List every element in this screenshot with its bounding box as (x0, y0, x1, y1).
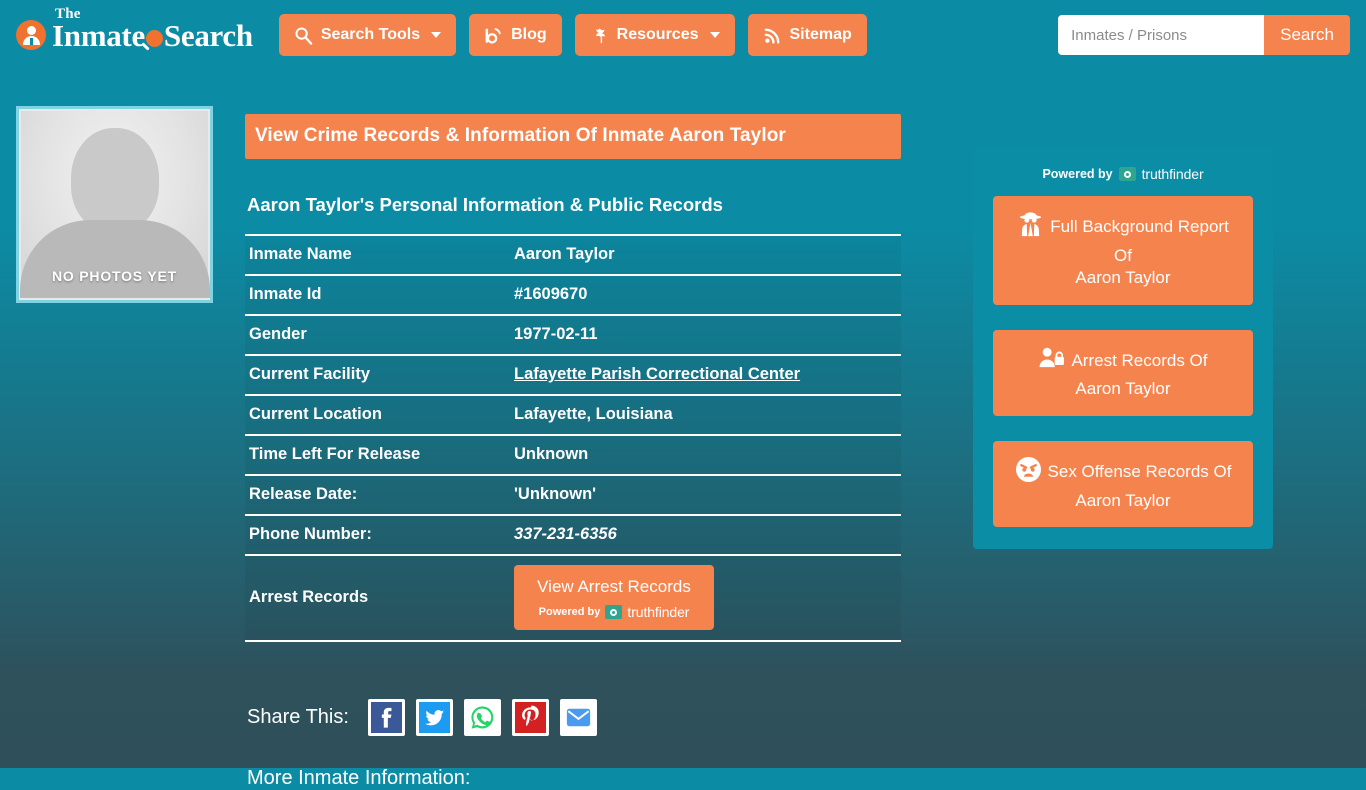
row-label: Phone Number: (249, 525, 372, 543)
button-line2: Aaron Taylor (1075, 379, 1171, 399)
logo-the-text: The (55, 5, 81, 22)
table-row: Inmate Name Aaron Taylor (245, 235, 901, 275)
row-label: Arrest Records (249, 588, 369, 606)
button-line2: Of (1114, 245, 1132, 265)
provider-name: truthfinder (627, 604, 690, 620)
arrest-records-button[interactable]: Arrest Records Of Aaron Taylor (993, 329, 1253, 417)
nav-search-tools-button[interactable]: Search Tools (278, 14, 457, 56)
table-row: Phone Number: 337-231-6356 (245, 515, 901, 555)
rss-icon (763, 26, 782, 45)
site-logo[interactable]: The Inmate Search (16, 6, 253, 53)
row-value: Aaron Taylor (514, 245, 615, 263)
logo-search-text: Search (163, 17, 253, 53)
row-value: Lafayette, Louisiana (514, 405, 673, 423)
nav-label: Sitemap (789, 26, 852, 43)
chevron-down-icon (431, 32, 442, 38)
row-value: Unknown (514, 445, 589, 463)
row-value-cell: Lafayette Parish Correctional Center (510, 355, 901, 395)
search-button[interactable]: Search (1264, 15, 1350, 55)
nav-blog-button[interactable]: Blog (469, 14, 562, 56)
nav-label: Resources (616, 26, 699, 43)
truthfinder-promo-panel: Powered by truthfinder Full Background R… (973, 148, 1273, 550)
search-input[interactable] (1058, 15, 1265, 55)
facebook-icon[interactable] (367, 699, 405, 736)
share-label: Share This: (247, 706, 349, 728)
powered-by-label: Powered by (538, 606, 601, 618)
row-label: Inmate Name (249, 245, 352, 263)
button-line2: Aaron Taylor (1075, 490, 1171, 510)
table-row: Gender 1977-02-11 (245, 315, 901, 355)
table-row-arrest-records: Arrest Records View Arrest Records Power… (245, 555, 901, 641)
sex-offense-records-button[interactable]: Sex Offense Records Of Aaron Taylor (993, 441, 1253, 528)
magnifier-icon (145, 29, 163, 47)
row-label: Time Left For Release (249, 445, 421, 463)
table-row: Inmate Id #1609670 (245, 275, 901, 315)
magnifier-icon (294, 26, 313, 45)
main-navigation: Search Tools Blog Resources Sitemap (278, 14, 867, 56)
powered-by-label: Powered by (1042, 167, 1113, 181)
row-value-cell: View Arrest Records Powered by truthfind… (510, 555, 901, 641)
truthfinder-logo-icon (605, 605, 623, 619)
row-label: Gender (249, 325, 307, 343)
full-background-report-button[interactable]: Full Background Report Of Aaron Taylor (993, 196, 1253, 305)
nav-label: Search Tools (320, 26, 421, 43)
pinterest-icon[interactable] (511, 699, 549, 736)
share-section: Share This: (247, 699, 901, 736)
view-arrest-records-button[interactable]: View Arrest Records Powered by truthfind… (514, 565, 714, 630)
nav-resources-button[interactable]: Resources (574, 14, 735, 56)
row-value: 1977-02-11 (514, 325, 598, 343)
page-title: View Crime Records & Information Of Inma… (245, 114, 901, 159)
row-value: 337-231-6356 (514, 525, 617, 543)
chevron-down-icon (709, 32, 720, 38)
logo-wordmark: The Inmate Search (52, 6, 253, 53)
row-label: Release Date: (249, 485, 358, 503)
angry-face-icon (1015, 456, 1042, 490)
photo-caption: NO PHOTOS YET (51, 268, 178, 284)
logo-inmate-text: Inmate (52, 17, 145, 53)
row-label: Current Facility (249, 365, 371, 383)
header-search: Search (1058, 15, 1350, 55)
facility-link[interactable]: Lafayette Parish Correctional Center (514, 365, 800, 383)
row-value: 'Unknown' (514, 485, 597, 503)
truthfinder-logo-icon (1118, 167, 1136, 181)
site-header: The Inmate Search Search Tools Blog Resou… (0, 0, 1366, 70)
row-label: Inmate Id (249, 285, 322, 303)
inmate-info-table: Inmate Name Aaron Taylor Inmate Id #1609… (245, 234, 901, 642)
button-line1: Sex Offense Records Of (1047, 462, 1232, 482)
twitter-icon[interactable] (415, 699, 453, 736)
nav-sitemap-button[interactable]: Sitemap (747, 14, 867, 56)
main-content: View Crime Records & Information Of Inma… (231, 70, 901, 790)
page-body: NO PHOTOS YET View Crime Records & Infor… (0, 70, 1366, 790)
email-icon[interactable] (559, 699, 597, 736)
blogger-icon (484, 26, 503, 45)
row-value: #1609670 (514, 285, 588, 303)
nav-label: Blog (511, 26, 547, 43)
row-label: Current Location (249, 405, 382, 423)
button-line1: Full Background Report (1050, 217, 1229, 236)
table-row: Current Location Lafayette, Louisiana (245, 395, 901, 435)
table-row: Time Left For Release Unknown (245, 435, 901, 475)
person-lock-icon (1038, 345, 1065, 379)
inmate-avatar-icon (16, 20, 46, 50)
more-info-heading: More Inmate Information: (247, 767, 471, 789)
photo-column: NO PHOTOS YET (16, 70, 231, 790)
whatsapp-icon[interactable] (463, 699, 501, 736)
provider-name: truthfinder (1141, 166, 1204, 182)
button-line1: Arrest Records Of (1071, 350, 1208, 370)
sidebar-powered-by: Powered by truthfinder (993, 166, 1253, 182)
button-line3: Aaron Taylor (1075, 268, 1171, 288)
sidebar-column: Powered by truthfinder Full Background R… (901, 70, 1273, 790)
detective-icon (1017, 211, 1044, 245)
button-label: View Arrest Records (537, 577, 691, 596)
inmate-photo-placeholder: NO PHOTOS YET (16, 106, 213, 303)
table-row: Current Facility Lafayette Parish Correc… (245, 355, 901, 395)
leaf-icon (590, 26, 609, 45)
section-subtitle: Aaron Taylor's Personal Information & Pu… (247, 194, 723, 215)
table-row: Release Date: 'Unknown' (245, 475, 901, 515)
